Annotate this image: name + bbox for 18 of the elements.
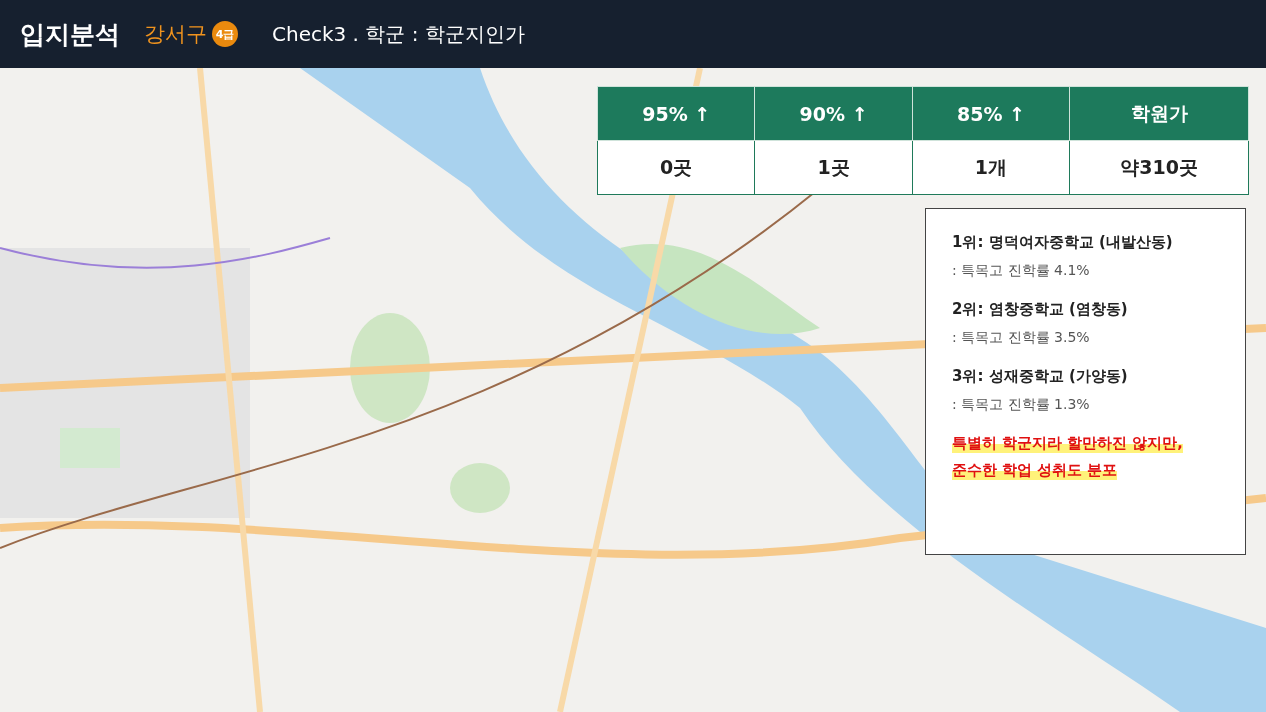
table-cell: 1개: [912, 140, 1070, 195]
school-rank: 1위: 명덕여자중학교 (내발산동): [952, 233, 1174, 252]
table-cell: 0곳: [597, 140, 755, 195]
admission-rate: : 특목고 진학률 3.5%: [952, 329, 1091, 347]
grade-badge: 4급: [212, 21, 238, 47]
column-header: 학원가: [1069, 86, 1249, 141]
page-subtitle: Check3 . 학군 : 학군지인가: [272, 20, 525, 48]
column-header: 85% ↑: [912, 86, 1070, 141]
table-cell: 약310곳: [1069, 140, 1249, 195]
district-name: 강서구: [144, 21, 207, 48]
school-rank: 2위: 염창중학교 (염창동): [952, 300, 1129, 319]
table-cell: 1곳: [754, 140, 913, 195]
admission-rate: : 특목고 진학률 4.1%: [952, 262, 1091, 280]
admission-rate: : 특목고 진학률 1.3%: [952, 396, 1091, 414]
school-rank: 3위: 성재중학교 (가양동): [952, 367, 1129, 386]
column-header: 90% ↑: [754, 86, 913, 141]
column-header: 95% ↑: [597, 86, 755, 141]
page-title: 입지분석: [20, 18, 120, 51]
